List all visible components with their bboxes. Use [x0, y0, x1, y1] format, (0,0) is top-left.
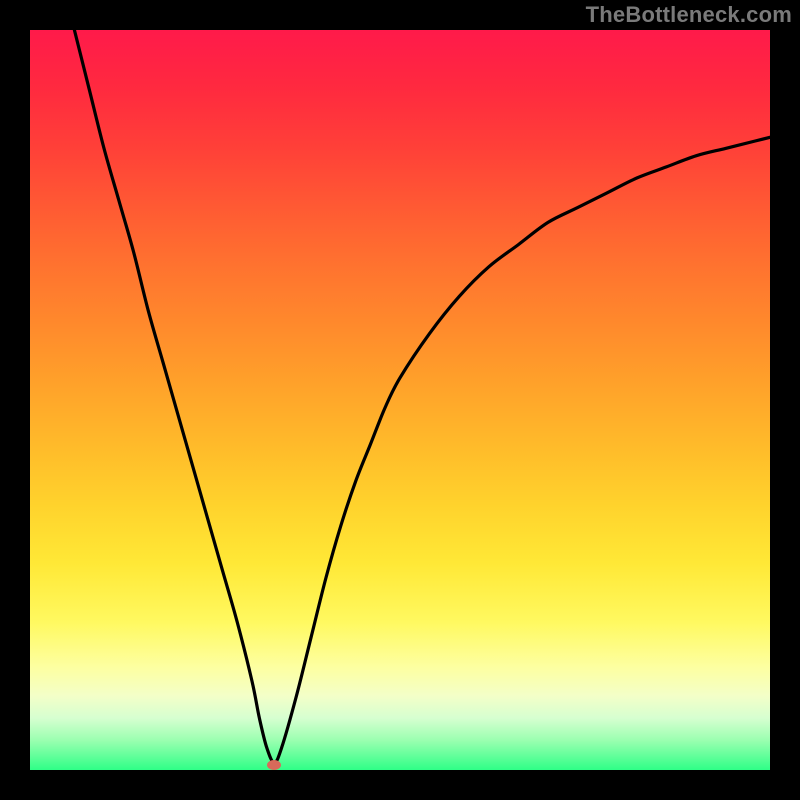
bottleneck-curve — [74, 30, 770, 763]
optimum-marker — [267, 760, 281, 770]
watermark-text: TheBottleneck.com — [586, 2, 792, 28]
plot-area — [30, 30, 770, 770]
curve-svg — [30, 30, 770, 770]
chart-frame: TheBottleneck.com — [0, 0, 800, 800]
